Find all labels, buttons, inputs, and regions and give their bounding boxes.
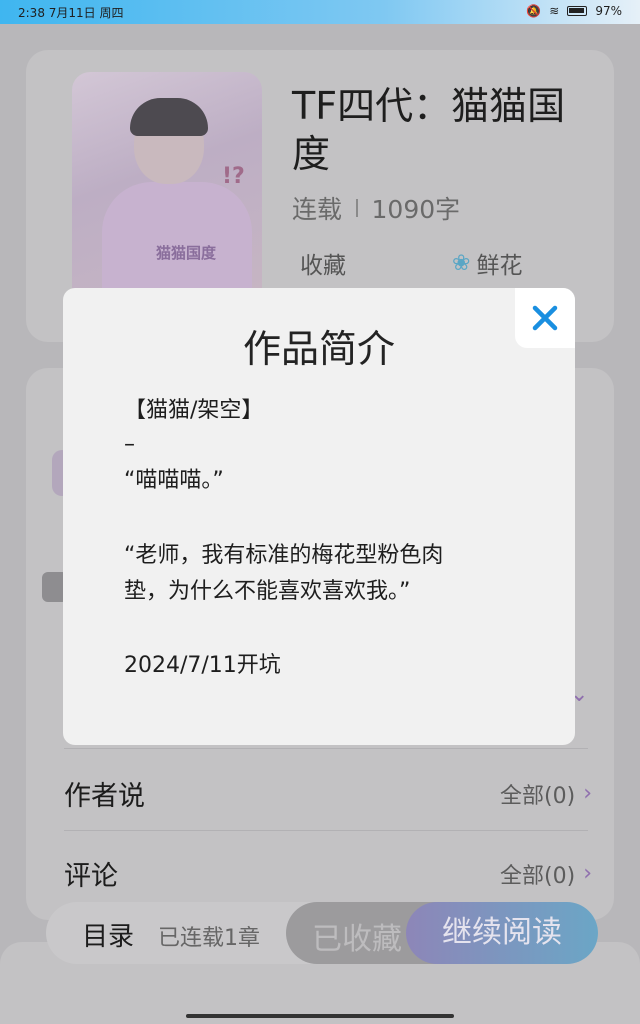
wifi-icon: ≋	[549, 4, 560, 18]
book-title: TF四代：猫猫国度	[292, 84, 566, 176]
comments-row[interactable]: 评论 全部(0) ›	[64, 854, 592, 893]
battery-percent: 97%	[595, 4, 622, 18]
flower-button[interactable]: ❀ 鲜花	[452, 246, 522, 280]
battery-icon	[567, 6, 588, 16]
synopsis-line: “喵喵喵。”	[124, 468, 224, 493]
mute-bell-icon: 🔕	[526, 4, 542, 18]
collect-button[interactable]: 收藏	[300, 246, 346, 280]
synopsis-date: 2024/7/11开坑	[124, 653, 281, 678]
dialog-title: 作品简介	[242, 327, 395, 371]
home-indicator[interactable]	[186, 1014, 454, 1018]
status-time: 2:38 7月11日 周四	[18, 6, 124, 20]
toc-button[interactable]: 目录	[82, 916, 134, 953]
divider	[64, 830, 588, 831]
synopsis-line: –	[124, 432, 135, 457]
cover-tag: 猫猫国度	[156, 244, 217, 262]
divider	[64, 748, 588, 749]
serial-status: 连载	[292, 195, 343, 224]
author-say-count: 全部(0)	[500, 783, 576, 809]
chevron-right-icon: ›	[583, 861, 592, 886]
cover-figure-body	[102, 182, 252, 290]
cover-figure-hair	[130, 98, 208, 136]
book-meta: 连载 1090字	[292, 190, 460, 226]
chevron-right-icon: ›	[583, 781, 592, 806]
status-bar: 2:38 7月11日 周四 🔕 ≋ 97%	[0, 0, 640, 24]
author-say-label: 作者说	[64, 781, 145, 812]
comments-label: 评论	[64, 861, 118, 892]
synopsis-line: 垫，为什么不能喜欢喜欢我。”	[124, 579, 411, 604]
synopsis-line: 【猫猫/架空】	[124, 398, 264, 423]
author-say-all[interactable]: 全部(0) ›	[500, 778, 592, 810]
synopsis-line: “老师，我有标准的梅花型粉色肉	[124, 543, 444, 568]
continue-reading-button[interactable]: 继续阅读	[406, 902, 598, 964]
flower-label: 鲜花	[476, 253, 523, 279]
word-count: 1090字	[371, 195, 461, 224]
book-cover-image[interactable]: !? 猫猫国度	[72, 72, 262, 290]
cover-mark: !?	[222, 164, 245, 189]
flower-icon: ❀	[452, 250, 471, 276]
meta-divider	[356, 199, 358, 217]
comments-count: 全部(0)	[500, 863, 576, 889]
author-say-row[interactable]: 作者说 全部(0) ›	[64, 774, 592, 813]
comments-all[interactable]: 全部(0) ›	[500, 858, 592, 890]
status-icons: 🔕 ≋ 97%	[526, 4, 622, 18]
chapter-count[interactable]: 已连载1章	[158, 920, 260, 952]
